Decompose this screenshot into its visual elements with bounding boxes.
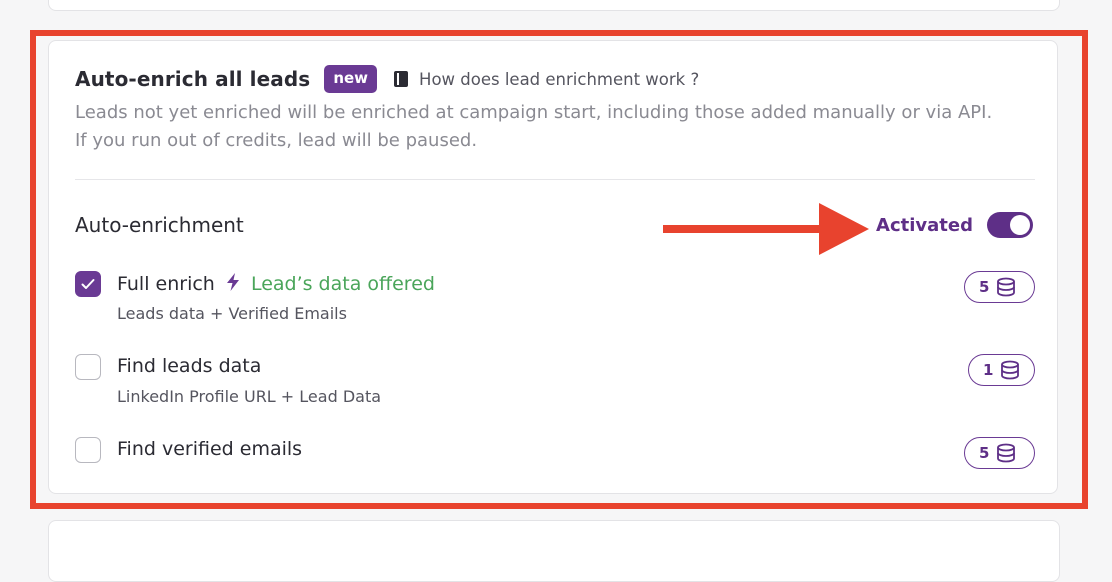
previous-card (48, 0, 1060, 11)
next-card (48, 520, 1060, 582)
highlight-frame (30, 30, 1088, 509)
